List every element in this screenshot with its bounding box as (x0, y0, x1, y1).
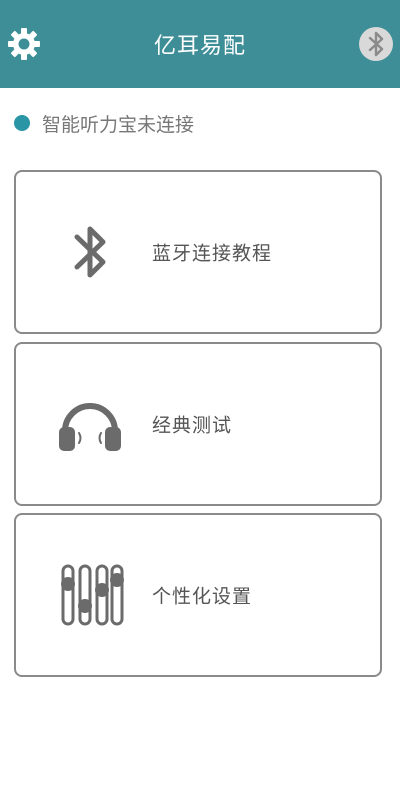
classic-test-card[interactable]: 经典测试 (14, 342, 382, 506)
settings-button[interactable] (4, 24, 44, 64)
card-icon-wrap (50, 212, 130, 292)
status-dot (14, 115, 30, 131)
bluetooth-tutorial-card[interactable]: 蓝牙连接教程 (14, 170, 382, 334)
bluetooth-icon (74, 226, 106, 278)
headphones-icon (59, 403, 121, 451)
connection-status: 智能听力宝未连接 (14, 108, 194, 138)
gear-icon (8, 28, 40, 60)
card-label: 蓝牙连接教程 (152, 242, 273, 265)
app-title: 亿耳易配 (153, 34, 246, 59)
card-icon-wrap (50, 384, 130, 464)
card-label: 个性化设置 (152, 585, 253, 608)
header-bar: 亿耳易配 (0, 0, 400, 88)
status-text: 智能听力宝未连接 (42, 113, 195, 136)
personalized-settings-card[interactable]: 个性化设置 (14, 513, 382, 677)
card-label: 经典测试 (152, 414, 233, 437)
bluetooth-button[interactable] (356, 24, 396, 64)
equalizer-icon (61, 564, 124, 626)
app-root: 亿耳易配 智能听力宝未连接 蓝牙连接教程 经典测试 个性化设置 (0, 0, 400, 801)
card-icon-wrap (50, 555, 130, 635)
bluetooth-icon (359, 27, 393, 61)
